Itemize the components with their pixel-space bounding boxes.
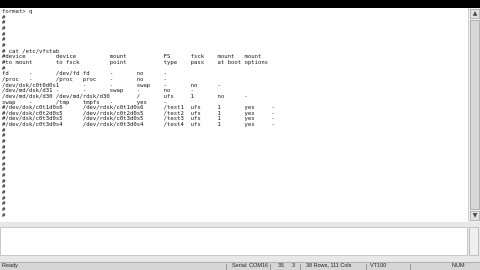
terminal-screen[interactable]: format> q # # # # # # # cat /etc/vfstab … (0, 8, 468, 222)
terminal-line: #/dev/dsk/c0t3d0s4 /dev/rdsk/c0t3d0s4 /t… (2, 122, 275, 129)
status-emulation: VT100 (370, 263, 387, 269)
terminal-line: # (2, 212, 6, 219)
status-ready: Ready (2, 263, 18, 269)
command-pane (0, 222, 480, 262)
terminal-output: format> q # # # # # # # cat /etc/vfstab … (2, 9, 275, 219)
status-col: 3 (292, 263, 296, 269)
scroll-down-icon[interactable]: ▼ (470, 211, 480, 221)
terminal-window: format> q # # # # # # # cat /etc/vfstab … (0, 8, 480, 270)
status-num: NUM (452, 263, 465, 269)
status-bar: Ready Serial: COM16 35 3 38 Rows, 111 Co… (0, 262, 480, 270)
command-input-scrollbar[interactable] (469, 227, 479, 256)
scroll-thumb[interactable] (470, 20, 480, 210)
status-connection: Serial: COM16 (232, 263, 269, 269)
command-input[interactable] (0, 227, 468, 256)
terminal-line: format> q (2, 9, 33, 15)
status-row: 35 (278, 263, 285, 269)
terminal-scrollbar[interactable]: ▲ ▼ (468, 8, 480, 222)
status-size: 38 Rows, 111 Cols (306, 263, 352, 269)
scroll-up-icon[interactable]: ▲ (470, 9, 480, 19)
terminal-line: #to mount to fsck point type pass at boo… (2, 59, 269, 66)
